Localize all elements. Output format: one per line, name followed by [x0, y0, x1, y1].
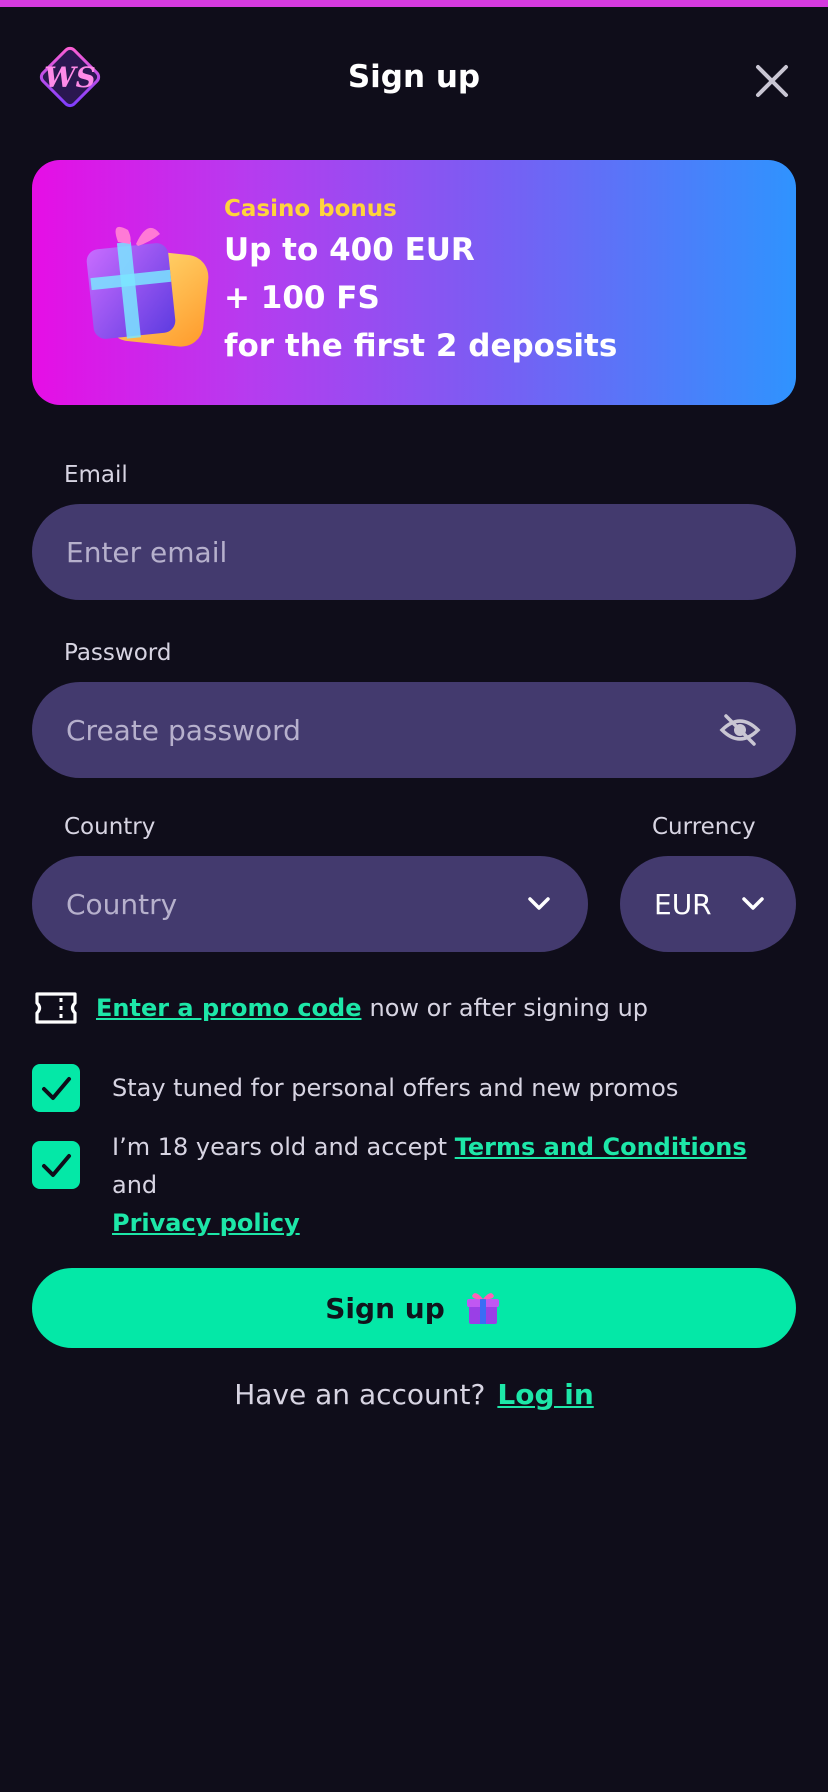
terms-checkbox[interactable] — [32, 1141, 80, 1189]
chevron-down-icon — [742, 897, 764, 910]
country-select-value: Country — [66, 887, 178, 921]
enter-promo-code-link[interactable]: Enter a promo code — [96, 994, 362, 1022]
offers-checkbox-label: Stay tuned for personal offers and new p… — [112, 1074, 679, 1102]
login-link[interactable]: Log in — [497, 1378, 593, 1411]
close-button[interactable] — [748, 57, 796, 105]
country-label: Country — [64, 814, 156, 840]
have-account-text: Have an account? — [234, 1378, 486, 1411]
page-title: Sign up — [347, 59, 481, 95]
eye-slash-icon — [719, 714, 761, 746]
terms-and-conditions-link[interactable]: Terms and Conditions — [455, 1133, 747, 1161]
bonus-eyebrow: Casino bonus — [224, 196, 397, 222]
close-icon — [756, 65, 788, 97]
promo-hint-text: now or after signing up — [369, 994, 649, 1022]
country-select[interactable]: Country — [32, 856, 588, 952]
terms-prefix-text: I’m 18 years old and accept — [112, 1133, 455, 1161]
bonus-banner: Casino bonus Up to 400 EUR + 100 FS for … — [32, 160, 796, 405]
email-field[interactable] — [66, 535, 762, 569]
bonus-free-spins: + 100 FS — [224, 280, 380, 316]
offers-checkbox[interactable] — [32, 1064, 80, 1112]
promo-code-row: Enter a promo code now or after signing … — [34, 984, 648, 1032]
email-field-box — [32, 504, 796, 600]
currency-label: Currency — [652, 814, 756, 840]
bonus-amount: Up to 400 EUR — [224, 232, 475, 268]
toggle-password-visibility-button[interactable] — [718, 708, 762, 752]
currency-select-value: EUR — [654, 887, 712, 921]
privacy-policy-link[interactable]: Privacy policy — [112, 1209, 300, 1237]
terms-checkbox-label: I’m 18 years old and accept Terms and Co… — [112, 1128, 792, 1242]
password-field-box — [32, 682, 796, 778]
checkmark-icon — [42, 1154, 71, 1177]
password-field[interactable] — [66, 713, 718, 747]
terms-middle-text: and — [112, 1171, 158, 1199]
login-row: Have an account? Log in — [0, 1378, 828, 1411]
signup-button[interactable]: Sign up — [32, 1268, 796, 1348]
checkmark-icon — [42, 1077, 71, 1100]
header: WS Sign up — [0, 7, 828, 147]
gift-icon — [466, 1293, 499, 1324]
password-label: Password — [64, 640, 172, 666]
chevron-down-icon — [528, 897, 550, 910]
top-accent-bar — [0, 0, 828, 7]
gift-box-icon — [70, 212, 220, 362]
currency-select[interactable]: EUR — [620, 856, 796, 952]
ticket-icon — [35, 992, 77, 1024]
bonus-condition: for the first 2 deposits — [224, 328, 618, 364]
signup-button-label: Sign up — [325, 1291, 445, 1325]
email-label: Email — [64, 462, 128, 488]
